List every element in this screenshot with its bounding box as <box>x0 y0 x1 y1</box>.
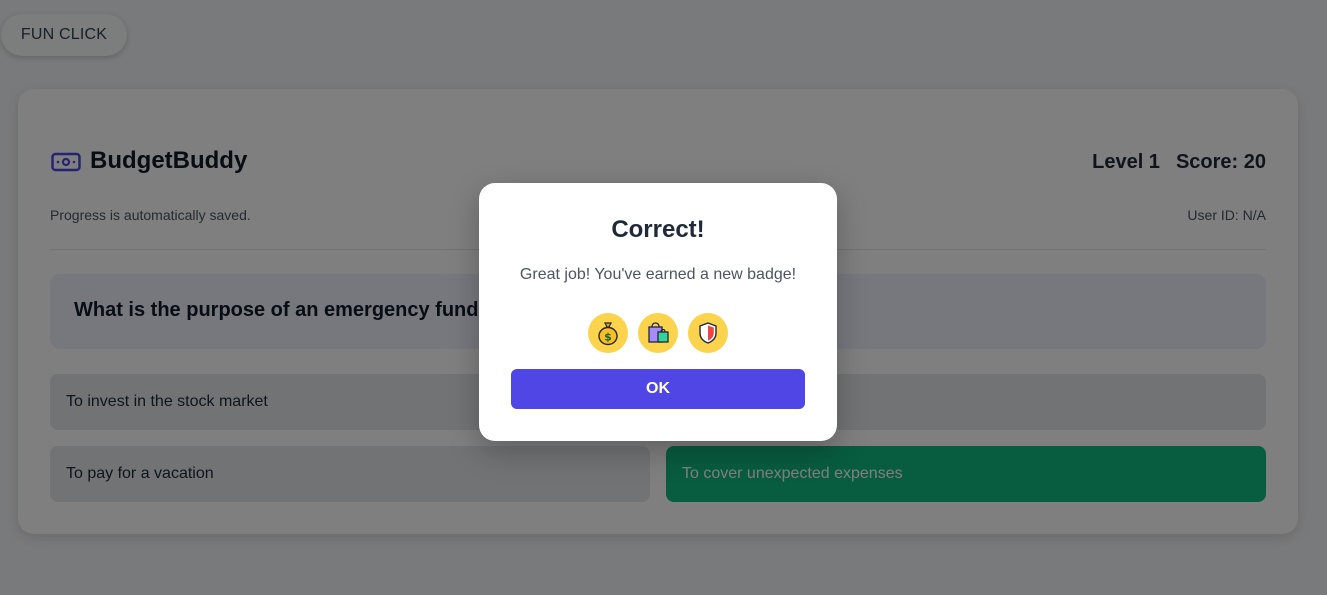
success-modal: Correct! Great job! You've earned a new … <box>479 183 837 441</box>
modal-title: Correct! <box>611 216 705 243</box>
badge-row: $ <box>479 313 837 353</box>
svg-text:$: $ <box>604 331 612 344</box>
modal-message: Great job! You've earned a new badge! <box>519 266 797 283</box>
shield-icon <box>688 313 728 353</box>
ok-button[interactable]: OK <box>511 369 805 409</box>
shopping-bag-icon <box>638 313 678 353</box>
money-bag-icon: $ <box>588 313 628 353</box>
